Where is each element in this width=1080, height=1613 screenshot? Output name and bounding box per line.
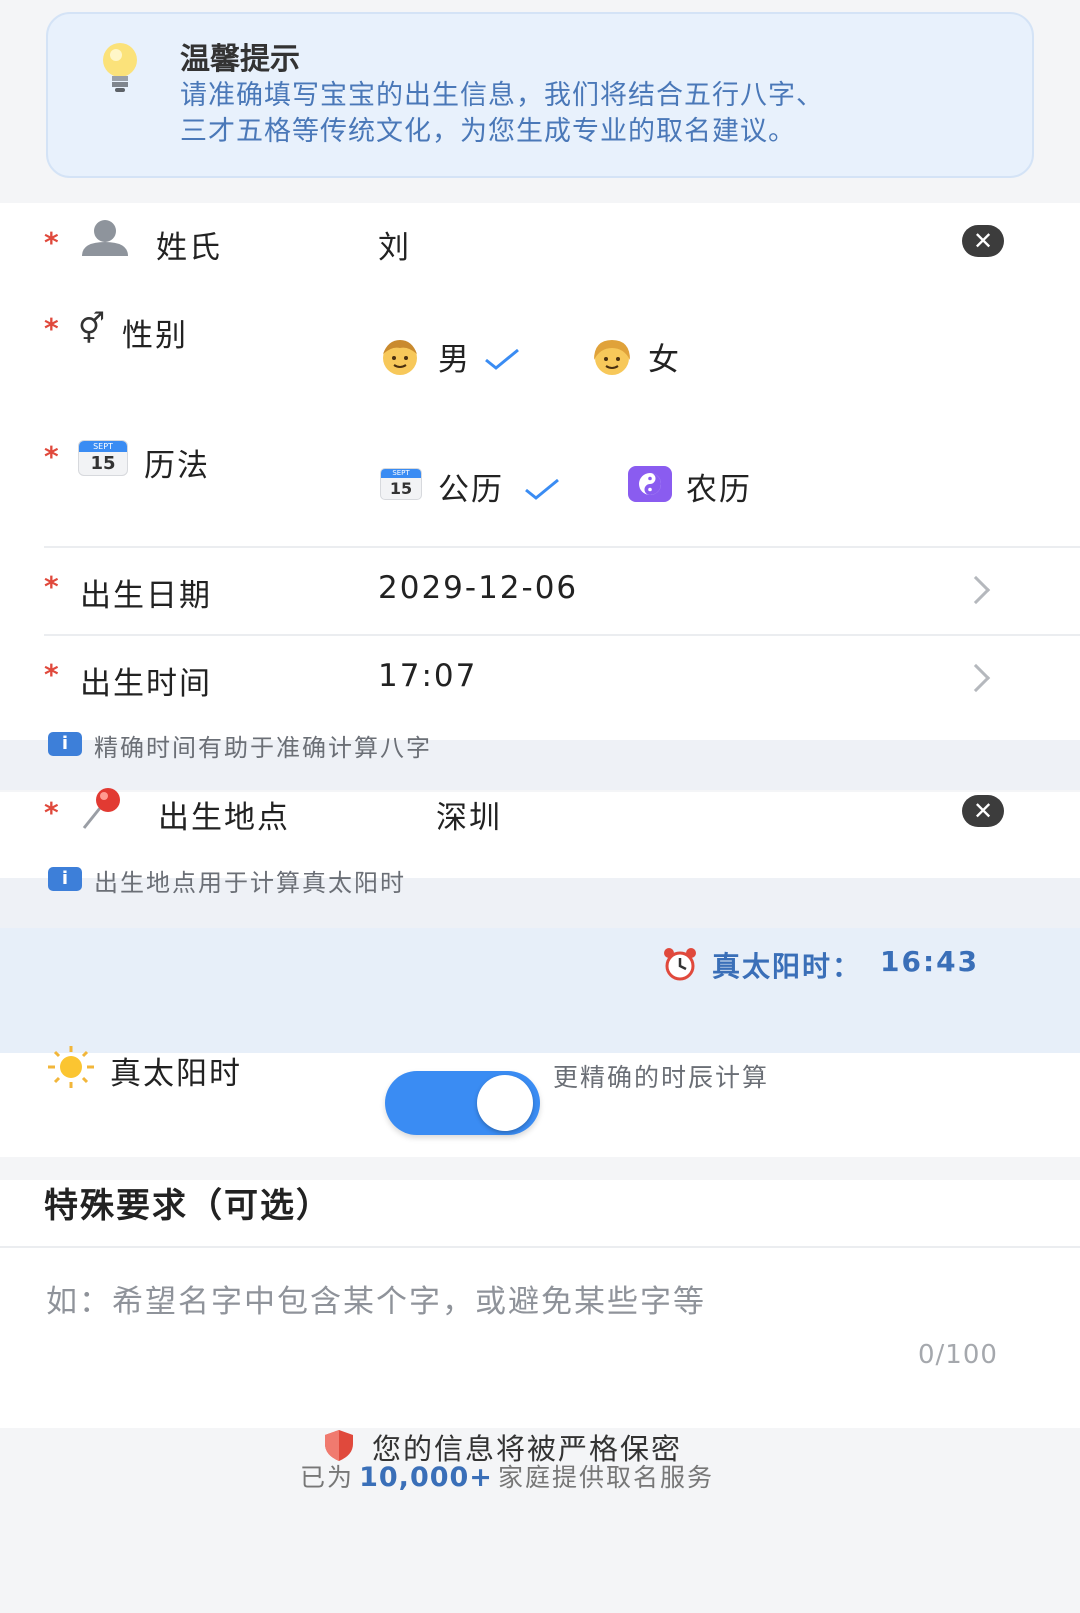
surname-clear-button[interactable]: ✕	[962, 225, 1004, 257]
gender-option-label: 女	[648, 342, 681, 378]
calendar-option-label: 公历	[438, 472, 504, 508]
required-mark: *	[44, 440, 59, 473]
shield-icon	[325, 1430, 353, 1461]
required-mark: *	[44, 226, 59, 259]
girl-face-icon	[594, 340, 630, 375]
birth-time-value: 17:07	[378, 658, 478, 694]
service-count-line: 已为 10,000+ 家庭提供取名服务	[300, 1458, 714, 1494]
boy-face-icon	[383, 340, 417, 375]
tip-body: 请准确填写宝宝的出生信息，我们将结合五行八字、 三才五格等传统文化，为您生成专业…	[180, 78, 1000, 150]
yin-yang-icon	[628, 466, 672, 502]
gender-label: 性别	[122, 318, 188, 354]
required-mark: *	[44, 570, 59, 603]
required-mark: *	[44, 796, 59, 829]
calendar-option-label: 农历	[686, 472, 752, 508]
birth-date-value: 2029-12-06	[378, 570, 579, 606]
calendar-option-solar[interactable]: SEPT 15 公历	[378, 464, 568, 510]
special-request-textarea[interactable]: 如：希望名字中包含某个字，或避免某些字等 0/100	[0, 1248, 1080, 1398]
gender-option-male[interactable]: 男	[378, 330, 528, 380]
birth-place-clear-button[interactable]: ✕	[962, 795, 1004, 827]
surname-input[interactable]: 刘	[378, 222, 411, 267]
place-hint-text: 出生地点用于计算真太阳时	[94, 869, 406, 897]
pushpin-icon	[82, 788, 120, 829]
required-mark: *	[44, 658, 59, 691]
alarm-clock-icon	[664, 948, 696, 981]
tip-line: 三才五格等传统文化，为您生成专业的取名建议。	[180, 116, 796, 147]
chevron-right-icon	[961, 575, 991, 605]
solar-time-toggle[interactable]	[385, 1071, 540, 1135]
sun-icon	[48, 1046, 94, 1088]
gender-symbol-icon: ⚥	[78, 312, 106, 347]
birth-date-label: 出生日期	[80, 578, 212, 614]
service-suffix: 家庭提供取名服务	[498, 1463, 715, 1492]
gender-option-female[interactable]: 女	[590, 330, 710, 380]
service-prefix: 已为	[300, 1463, 355, 1492]
character-counter: 0/100	[918, 1340, 998, 1370]
required-mark: *	[44, 312, 59, 345]
solar-time-label: 真太阳时：	[712, 950, 863, 983]
special-request-title: 特殊要求（可选）	[44, 1186, 332, 1226]
info-icon: i	[48, 732, 82, 756]
birth-time-row[interactable]: * 出生时间 17:07	[0, 636, 1080, 720]
birth-place-input[interactable]: 深圳	[436, 792, 502, 837]
calendar-option-lunar[interactable]: 农历	[628, 464, 778, 510]
solar-toggle-description: 更精确的时辰计算	[553, 1063, 770, 1092]
check-icon	[525, 478, 559, 500]
solar-time-value: 16:43	[880, 945, 980, 978]
solar-toggle-label: 真太阳时	[110, 1056, 242, 1092]
gender-option-label: 男	[438, 342, 471, 378]
tip-title: 温馨提示	[180, 42, 300, 77]
surname-label: 姓氏	[156, 230, 222, 266]
service-count: 10,000+	[359, 1462, 493, 1493]
time-hint-text: 精确时间有助于准确计算八字	[94, 734, 432, 762]
birth-place-label: 出生地点	[158, 800, 290, 836]
birth-time-label: 出生时间	[80, 666, 212, 702]
lightbulb-icon	[103, 43, 137, 92]
calendar-icon: SEPT 15	[78, 440, 128, 476]
user-icon	[82, 220, 128, 256]
special-request-placeholder: 如：希望名字中包含某个字，或避免某些字等	[46, 1284, 706, 1320]
check-icon	[485, 348, 519, 370]
info-icon: i	[48, 867, 82, 891]
toggle-knob	[477, 1075, 533, 1131]
calendar-small-icon: SEPT 15	[380, 468, 422, 500]
chevron-right-icon	[961, 663, 991, 693]
calendar-label: 历法	[144, 448, 210, 484]
tip-line: 请准确填写宝宝的出生信息，我们将结合五行八字、	[180, 80, 824, 111]
birth-date-row[interactable]: * 出生日期 2029-12-06	[0, 548, 1080, 634]
